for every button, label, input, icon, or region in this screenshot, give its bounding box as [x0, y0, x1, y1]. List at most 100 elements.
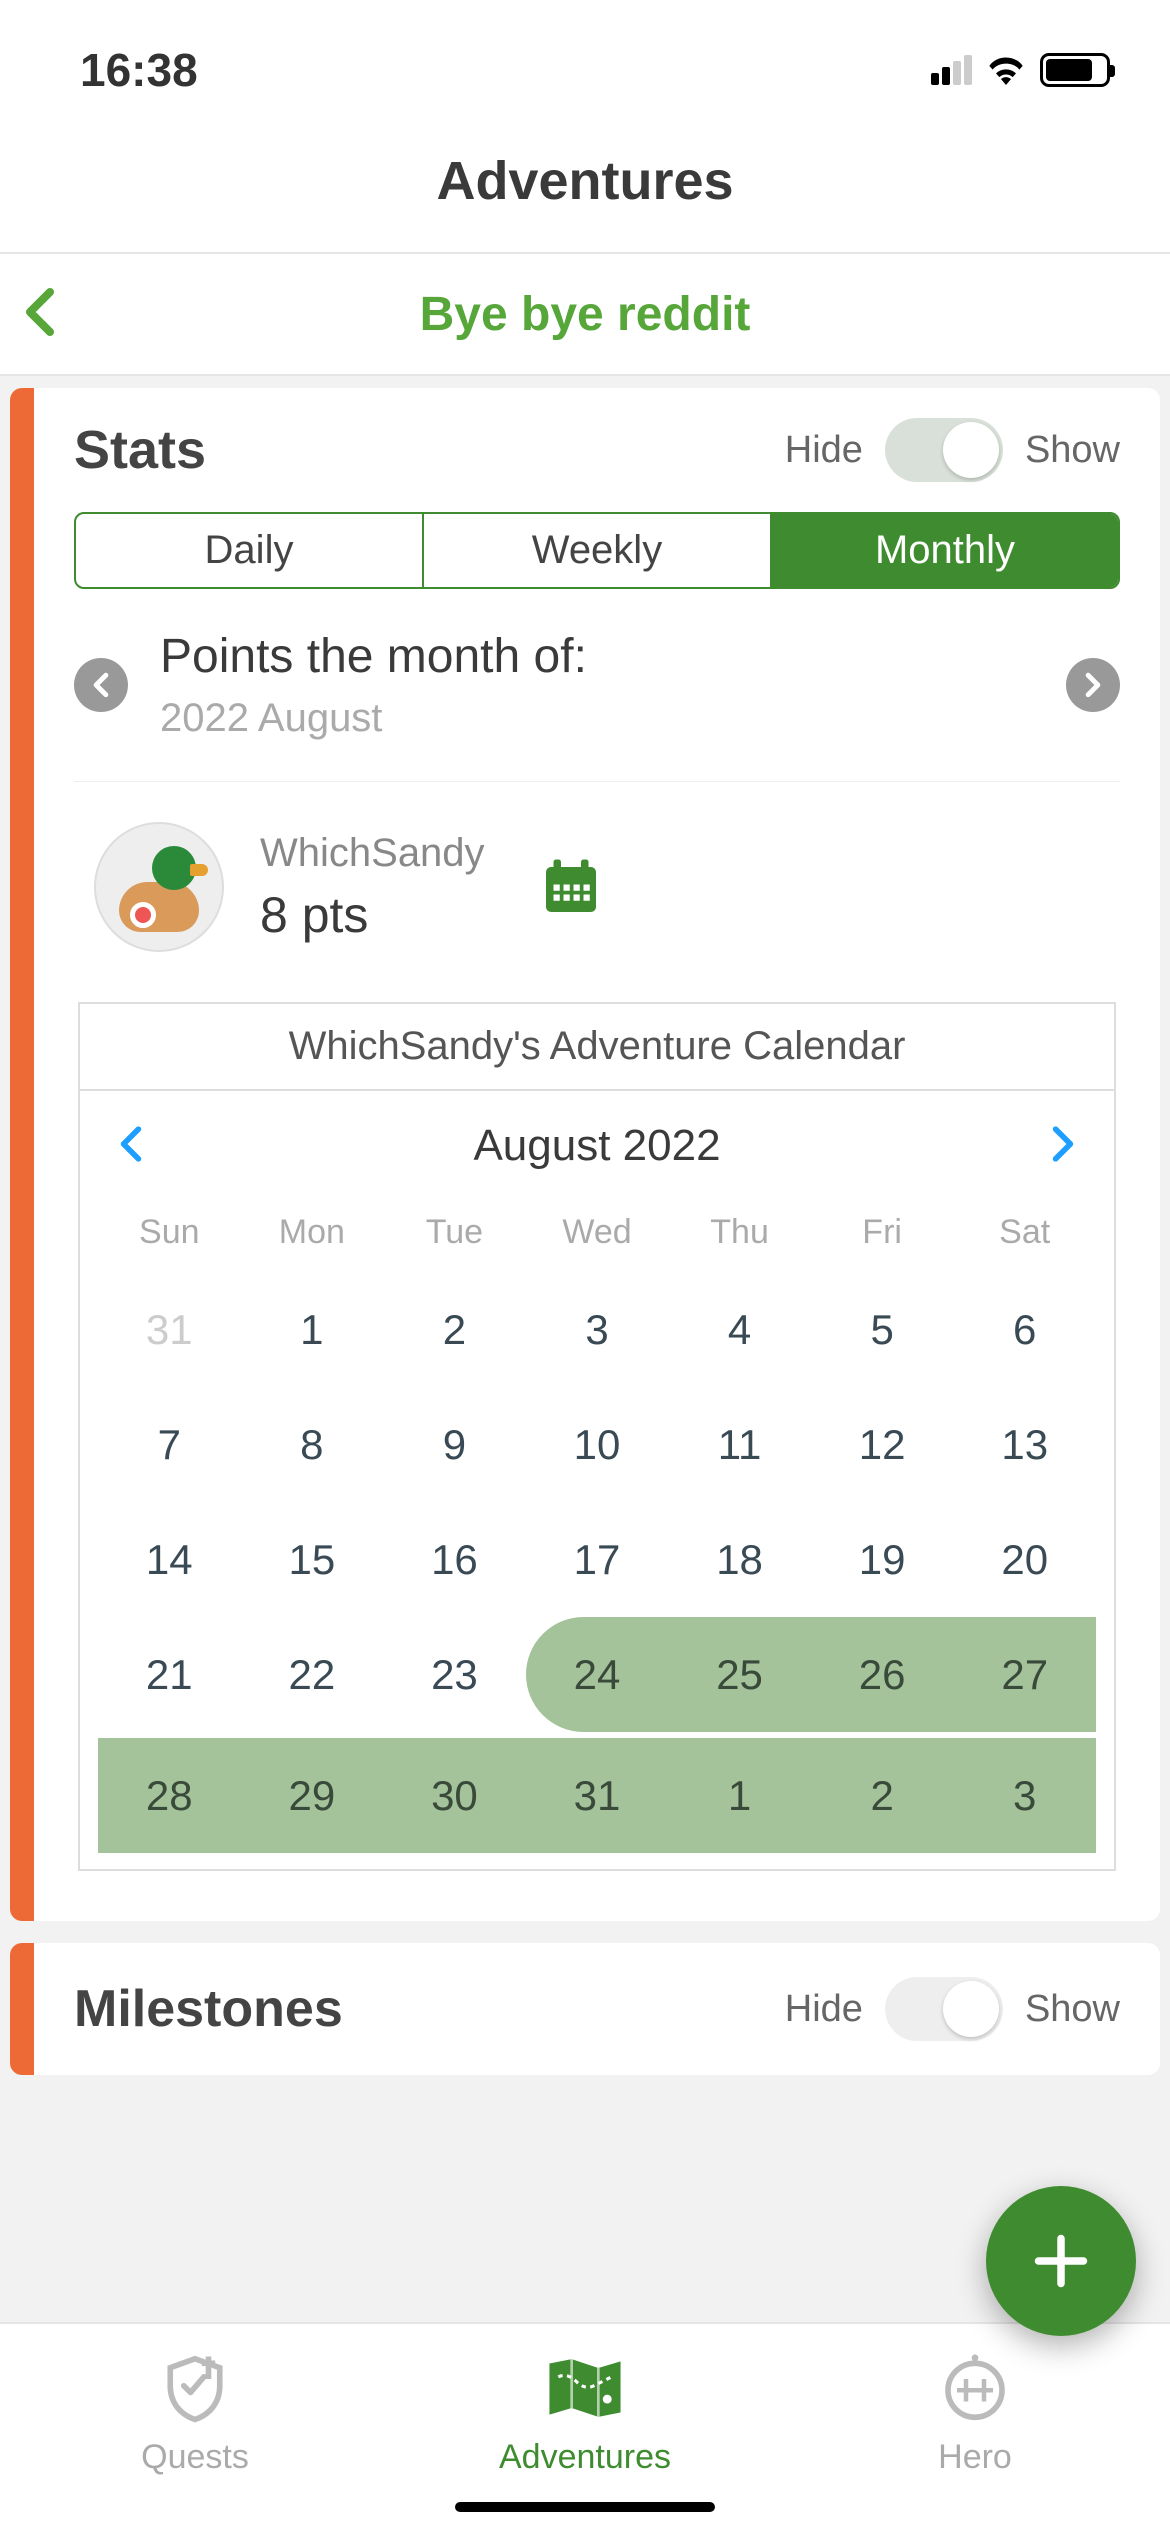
- calendar-day[interactable]: 8: [241, 1387, 384, 1502]
- calendar-day[interactable]: 7: [98, 1387, 241, 1502]
- add-button[interactable]: [986, 2186, 1136, 2336]
- sub-header: Bye bye reddit: [0, 254, 1170, 376]
- stats-title: Stats: [74, 419, 206, 481]
- calendar-day[interactable]: 13: [953, 1387, 1096, 1502]
- calendar-day[interactable]: 4: [668, 1272, 811, 1387]
- calendar-day[interactable]: 14: [98, 1502, 241, 1617]
- back-button[interactable]: [0, 288, 80, 341]
- calendar-day[interactable]: 29: [241, 1738, 384, 1853]
- calendar-icon[interactable]: [541, 857, 601, 917]
- calendar-day[interactable]: 22: [241, 1617, 384, 1732]
- calendar-day[interactable]: 18: [668, 1502, 811, 1617]
- cellular-signal-icon: [931, 55, 972, 85]
- show-label: Show: [1025, 429, 1120, 472]
- shield-icon: [159, 2348, 231, 2428]
- helmet-icon: [939, 2348, 1011, 2428]
- calendar-day[interactable]: 12: [811, 1387, 954, 1502]
- segment-weekly[interactable]: Weekly: [424, 514, 772, 587]
- avatar: [94, 822, 224, 952]
- calendar-week-row: 31123456: [98, 1272, 1096, 1387]
- calendar-day[interactable]: 3: [953, 1738, 1096, 1853]
- milestones-visibility-toggle[interactable]: [885, 1977, 1003, 2041]
- calendar-day[interactable]: 3: [526, 1272, 669, 1387]
- hide-label: Hide: [785, 429, 863, 472]
- calendar-day[interactable]: 10: [526, 1387, 669, 1502]
- tab-hero[interactable]: Hero: [782, 2348, 1168, 2477]
- adventure-calendar: WhichSandy's Adventure Calendar August 2…: [78, 1002, 1116, 1871]
- calendar-day[interactable]: 2: [811, 1738, 954, 1853]
- prev-month-button[interactable]: [74, 658, 128, 712]
- calendar-day[interactable]: 9: [383, 1387, 526, 1502]
- calendar-day[interactable]: 21: [98, 1617, 241, 1732]
- calendar-title: WhichSandy's Adventure Calendar: [80, 1004, 1114, 1091]
- page-title: Adventures: [0, 140, 1170, 252]
- calendar-day[interactable]: 5: [811, 1272, 954, 1387]
- segment-monthly[interactable]: Monthly: [772, 514, 1118, 587]
- user-name: WhichSandy: [260, 831, 485, 876]
- calendar-day[interactable]: 19: [811, 1502, 954, 1617]
- calendar-day-header: Wed: [526, 1213, 669, 1252]
- next-month-button[interactable]: [1066, 658, 1120, 712]
- calendar-day[interactable]: 17: [526, 1502, 669, 1617]
- status-time: 16:38: [80, 43, 198, 97]
- calendar-prev-button[interactable]: [118, 1125, 144, 1168]
- tab-bar: Quests Adventures Hero: [0, 2322, 1170, 2532]
- map-icon: [545, 2348, 625, 2428]
- calendar-day-header: Thu: [668, 1213, 811, 1252]
- user-points: 8 pts: [260, 886, 485, 944]
- month-navigator: Points the month of: 2022 August: [74, 629, 1120, 782]
- content-area: Stats Hide Show Daily Weekly Monthly Poi…: [0, 376, 1170, 2446]
- status-bar: 16:38: [0, 0, 1170, 140]
- segment-daily[interactable]: Daily: [76, 514, 424, 587]
- calendar-day-header: Mon: [241, 1213, 384, 1252]
- calendar-day[interactable]: 31: [98, 1272, 241, 1387]
- calendar-week-row: 28293031123: [98, 1738, 1096, 1853]
- calendar-day[interactable]: 31: [526, 1738, 669, 1853]
- calendar-week-row: 78910111213: [98, 1387, 1096, 1502]
- calendar-day[interactable]: 24: [526, 1617, 669, 1732]
- calendar-next-button[interactable]: [1050, 1125, 1076, 1168]
- calendar-day[interactable]: 6: [953, 1272, 1096, 1387]
- calendar-day[interactable]: 23: [383, 1617, 526, 1732]
- tab-adventures[interactable]: Adventures: [392, 2348, 778, 2477]
- show-label: Show: [1025, 1988, 1120, 2031]
- tab-label: Adventures: [499, 2438, 671, 2477]
- calendar-week-row: 21222324252627: [98, 1617, 1096, 1732]
- stats-visibility-toggle[interactable]: [885, 418, 1003, 482]
- calendar-day[interactable]: 30: [383, 1738, 526, 1853]
- wifi-icon: [986, 55, 1026, 85]
- calendar-day[interactable]: 16: [383, 1502, 526, 1617]
- calendar-day[interactable]: 11: [668, 1387, 811, 1502]
- calendar-day-headers: SunMonTueWedThuFriSat: [98, 1201, 1096, 1272]
- month-label: 2022 August: [160, 696, 1046, 741]
- calendar-day[interactable]: 25: [668, 1617, 811, 1732]
- calendar-day-header: Sun: [98, 1213, 241, 1252]
- tab-quests[interactable]: Quests: [2, 2348, 388, 2477]
- calendar-day-header: Tue: [383, 1213, 526, 1252]
- status-icons: [931, 53, 1110, 87]
- calendar-day[interactable]: 28: [98, 1738, 241, 1853]
- time-range-segment: Daily Weekly Monthly: [74, 512, 1120, 589]
- hide-label: Hide: [785, 1988, 863, 2031]
- calendar-day[interactable]: 26: [811, 1617, 954, 1732]
- calendar-day[interactable]: 2: [383, 1272, 526, 1387]
- calendar-day-header: Sat: [953, 1213, 1096, 1252]
- calendar-day[interactable]: 1: [241, 1272, 384, 1387]
- calendar-day[interactable]: 15: [241, 1502, 384, 1617]
- tab-label: Hero: [938, 2438, 1012, 2477]
- calendar-week-row: 14151617181920: [98, 1502, 1096, 1617]
- user-points-row: WhichSandy 8 pts: [94, 822, 1120, 952]
- adventure-name: Bye bye reddit: [80, 287, 1170, 342]
- calendar-day[interactable]: 27: [953, 1617, 1096, 1732]
- milestones-title: Milestones: [74, 1979, 343, 2039]
- calendar-day-header: Fri: [811, 1213, 954, 1252]
- home-indicator: [455, 2502, 715, 2512]
- calendar-month-label: August 2022: [473, 1121, 720, 1171]
- points-month-title: Points the month of:: [160, 629, 1046, 684]
- calendar-day[interactable]: 1: [668, 1738, 811, 1853]
- milestones-card: Milestones Hide Show: [10, 1943, 1160, 2075]
- calendar-day[interactable]: 20: [953, 1502, 1096, 1617]
- tab-label: Quests: [141, 2438, 249, 2477]
- battery-icon: [1040, 53, 1110, 87]
- stats-card: Stats Hide Show Daily Weekly Monthly Poi…: [10, 388, 1160, 1921]
